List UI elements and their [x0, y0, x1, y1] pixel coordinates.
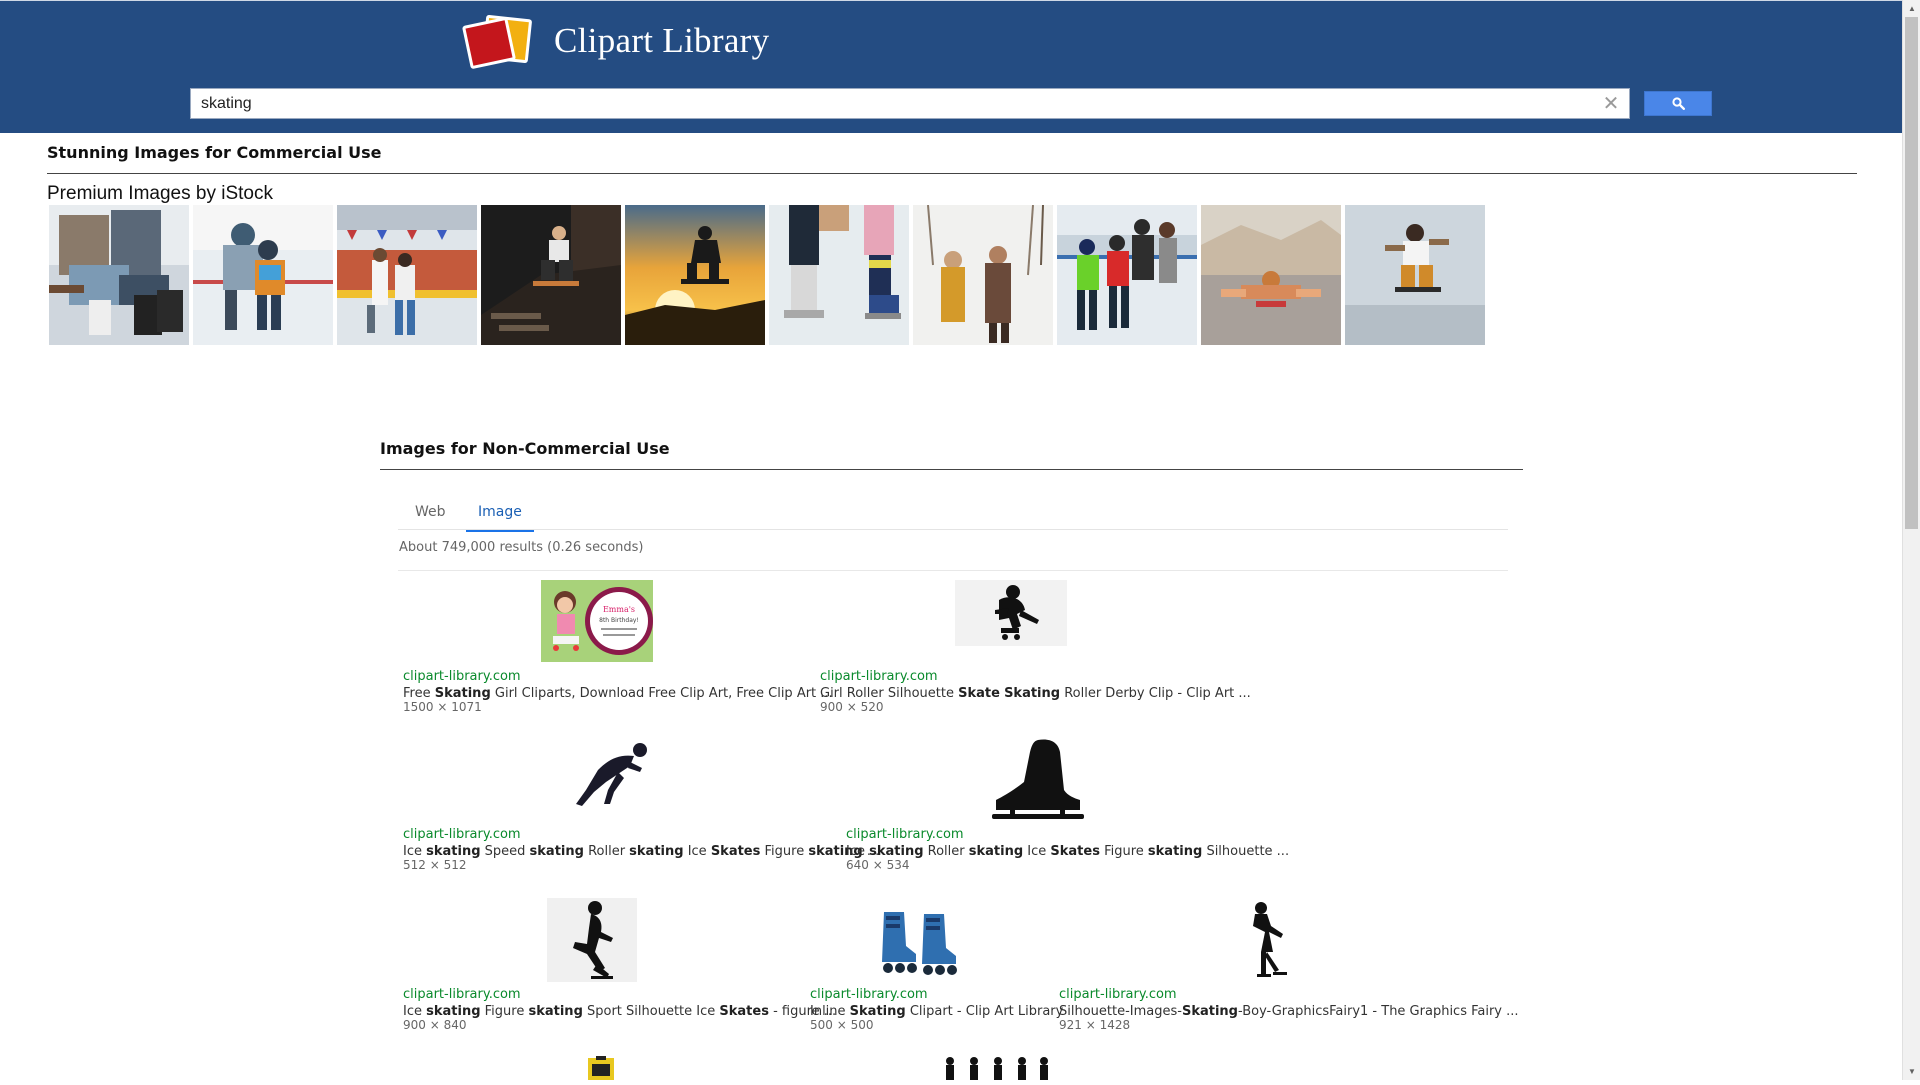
image-result[interactable]: clipart-library.com Girl Roller Silhouet… — [820, 578, 1251, 718]
result-image[interactable] — [988, 738, 1090, 824]
istock-thumb-2[interactable] — [193, 205, 333, 345]
result-dimensions: 921 × 1428 — [1059, 1018, 1131, 1032]
scroll-up-icon[interactable]: ▲ — [1903, 0, 1920, 17]
result-title[interactable]: Girl Roller Silhouette Skate Skating Rol… — [820, 686, 1251, 701]
search-button[interactable] — [1644, 91, 1712, 116]
result-domain[interactable]: clipart-library.com — [403, 827, 521, 842]
scroll-thumb[interactable] — [1905, 17, 1918, 529]
close-icon[interactable]: ✕ — [1597, 90, 1625, 118]
result-title[interactable]: Ice skating Speed skating Roller skating… — [403, 844, 879, 859]
result-image[interactable] — [1239, 900, 1295, 984]
result-domain[interactable]: clipart-library.com — [403, 987, 521, 1002]
result-image[interactable] — [547, 898, 637, 982]
tab-web[interactable]: Web — [415, 504, 446, 530]
image-result[interactable]: clipart-library.com Ice skating Speed sk… — [403, 738, 879, 878]
result-image[interactable] — [955, 580, 1067, 646]
result-image[interactable] — [878, 906, 962, 976]
result-dimensions: 900 × 520 — [820, 700, 884, 714]
istock-thumb-9[interactable] — [1201, 205, 1341, 345]
search-input[interactable] — [191, 89, 1597, 118]
result-domain[interactable]: clipart-library.com — [403, 669, 521, 684]
site-logo[interactable]: Clipart Library — [461, 11, 770, 71]
result-dimensions: 1500 × 1071 — [403, 700, 482, 714]
istock-thumb-4[interactable] — [481, 205, 621, 345]
result-image[interactable] — [568, 738, 652, 814]
divider — [47, 173, 1857, 174]
logo-icon — [461, 13, 542, 70]
search-icon — [1671, 97, 1685, 110]
result-title[interactable]: Ice skating Figure skating Sport Silhoue… — [403, 1004, 836, 1019]
image-result-partial[interactable] — [938, 1056, 1054, 1080]
site-header: Clipart Library ✕ — [0, 0, 1902, 133]
istock-thumb-1[interactable] — [49, 205, 189, 345]
result-title[interactable]: Inline Skating Clipart - Clip Art Librar… — [810, 1004, 1063, 1019]
result-image[interactable]: Emma's 8th Birthday! — [541, 580, 653, 662]
results-info: About 749,000 results (0.26 seconds) — [399, 540, 644, 555]
result-dimensions: 640 × 534 — [846, 858, 910, 872]
image-result-partial[interactable] — [584, 1056, 620, 1080]
istock-thumb-10[interactable] — [1345, 205, 1485, 345]
commercial-section-title: Stunning Images for Commercial Use — [47, 143, 382, 162]
istock-thumbnail-row — [49, 205, 1485, 345]
image-result[interactable]: Emma's 8th Birthday! clipart-library.com… — [403, 578, 833, 718]
result-dimensions: 500 × 500 — [810, 1018, 874, 1032]
result-domain[interactable]: clipart-library.com — [820, 669, 938, 684]
result-title[interactable]: Ice skating Roller skating Ice Skates Fi… — [846, 844, 1289, 859]
image-result[interactable]: clipart-library.com Silhouette-Images-Sk… — [1059, 898, 1519, 1038]
tab-image[interactable]: Image — [466, 504, 534, 532]
image-result[interactable]: clipart-library.com Ice skating Figure s… — [403, 898, 836, 1038]
divider — [380, 469, 1523, 470]
istock-thumb-7[interactable] — [913, 205, 1053, 345]
istock-label: Premium Images by iStock — [47, 183, 273, 204]
divider — [398, 570, 1508, 571]
result-domain[interactable]: clipart-library.com — [810, 987, 928, 1002]
istock-thumb-6[interactable] — [769, 205, 909, 345]
result-dimensions: 512 × 512 — [403, 858, 467, 872]
image-result[interactable]: clipart-library.com Ice skating Roller s… — [846, 736, 1289, 876]
result-dimensions: 900 × 840 — [403, 1018, 467, 1032]
image-result[interactable]: clipart-library.com Inline Skating Clipa… — [810, 898, 1063, 1038]
istock-thumb-8[interactable] — [1057, 205, 1197, 345]
noncommercial-section-title: Images for Non-Commercial Use — [380, 439, 670, 458]
result-domain[interactable]: clipart-library.com — [846, 827, 964, 842]
results-tabs: Web Image — [398, 498, 1508, 532]
result-image[interactable] — [938, 1056, 1054, 1080]
istock-thumb-3[interactable] — [337, 205, 477, 345]
page-scrollbar[interactable]: ▲ ▼ — [1902, 0, 1920, 1080]
result-image[interactable] — [584, 1056, 620, 1080]
result-title[interactable]: Free Skating Girl Cliparts, Download Fre… — [403, 686, 833, 701]
logo-text: Clipart Library — [554, 21, 770, 60]
scroll-down-icon[interactable]: ▼ — [1903, 1063, 1920, 1080]
result-domain[interactable]: clipart-library.com — [1059, 987, 1177, 1002]
svg-text:8th Birthday!: 8th Birthday! — [599, 617, 639, 624]
search-box: ✕ — [190, 88, 1630, 119]
istock-thumb-5[interactable] — [625, 205, 765, 345]
svg-text:Emma's: Emma's — [603, 605, 635, 614]
result-title[interactable]: Silhouette-Images-Skating-Boy-GraphicsFa… — [1059, 1004, 1519, 1019]
